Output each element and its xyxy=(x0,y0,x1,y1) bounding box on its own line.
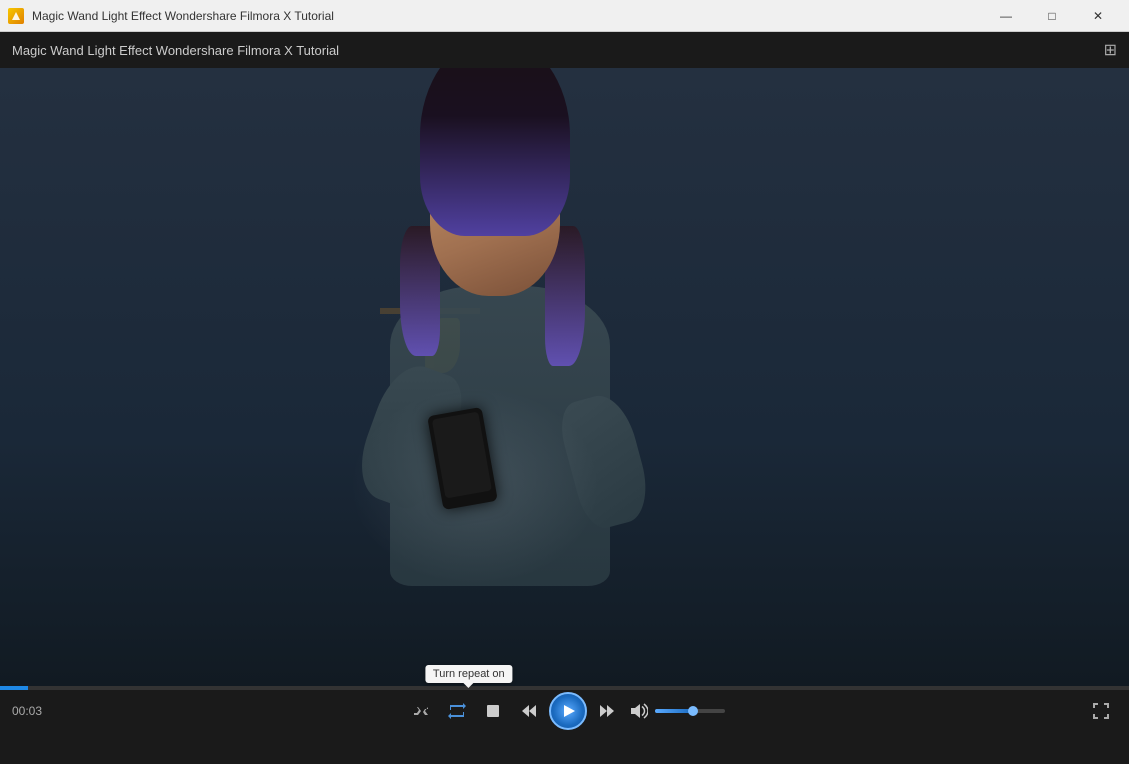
close-button[interactable]: ✕ xyxy=(1075,0,1121,32)
phone-screen xyxy=(432,412,492,499)
time-display: 00:03 xyxy=(12,704,42,718)
video-scene xyxy=(0,68,1129,686)
controls-bar: 00:03 Turn repeat on xyxy=(0,690,1129,732)
grid-view-icon[interactable]: ⊞ xyxy=(1104,40,1117,60)
shuffle-button[interactable] xyxy=(405,695,437,727)
player-header: Magic Wand Light Effect Wondershare Film… xyxy=(0,32,1129,68)
player-title: Magic Wand Light Effect Wondershare Film… xyxy=(12,43,339,58)
fast-forward-button[interactable] xyxy=(591,695,623,727)
volume-control xyxy=(627,695,725,727)
title-bar-left: Magic Wand Light Effect Wondershare Film… xyxy=(8,8,334,24)
person-hair xyxy=(420,68,570,236)
play-button[interactable] xyxy=(549,692,587,730)
rewind-button[interactable] xyxy=(513,695,545,727)
maximize-button[interactable]: □ xyxy=(1029,0,1075,32)
window-controls: — □ ✕ xyxy=(983,0,1121,32)
minimize-button[interactable]: — xyxy=(983,0,1029,32)
title-bar: Magic Wand Light Effect Wondershare Film… xyxy=(0,0,1129,32)
window-title: Magic Wand Light Effect Wondershare Film… xyxy=(32,9,334,23)
volume-button[interactable] xyxy=(627,695,651,727)
repeat-button[interactable]: Turn repeat on xyxy=(441,695,473,727)
stop-button[interactable] xyxy=(477,695,509,727)
fullscreen-button[interactable] xyxy=(1085,695,1117,727)
volume-track[interactable] xyxy=(655,709,725,713)
volume-knob xyxy=(688,706,698,716)
video-area xyxy=(0,68,1129,686)
app-icon xyxy=(8,8,24,24)
